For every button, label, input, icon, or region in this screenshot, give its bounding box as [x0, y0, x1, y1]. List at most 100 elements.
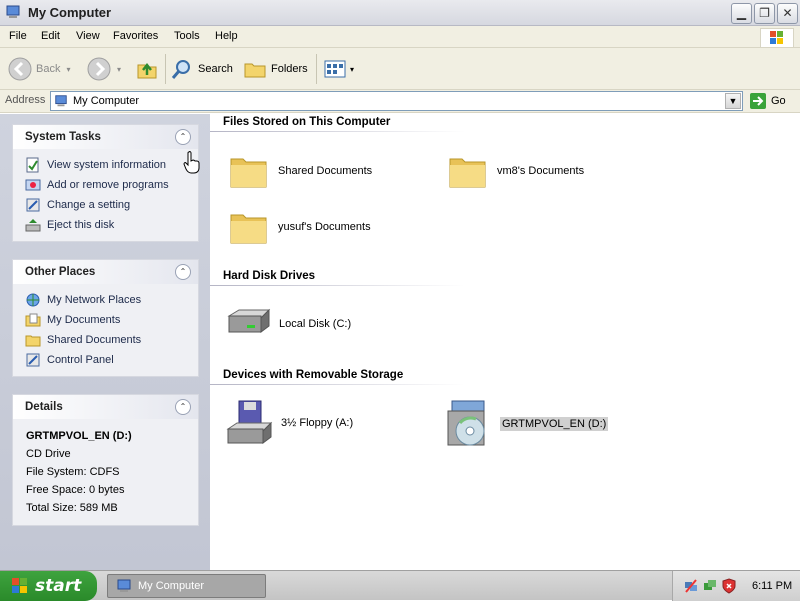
menu-view[interactable]: View	[76, 30, 100, 42]
details-header[interactable]: Details ⌃	[13, 395, 198, 419]
add-remove-programs-icon	[25, 179, 41, 191]
collapse-icon[interactable]: ⌃	[175, 129, 191, 145]
security-shield-icon[interactable]	[721, 578, 737, 594]
menu-help[interactable]: Help	[215, 30, 238, 42]
task-pane: System Tasks ⌃ View system information A…	[0, 114, 210, 570]
search-label: Search	[198, 63, 233, 75]
details-file-system: File System: CDFS	[26, 466, 120, 478]
minimize-button[interactable]: ▁	[731, 3, 752, 24]
menu-favorites[interactable]: Favorites	[113, 30, 158, 42]
close-button[interactable]: ✕	[777, 3, 798, 24]
place-label: Control Panel	[47, 354, 114, 366]
item-label: Shared Documents	[278, 165, 373, 177]
taskbar-item-my-computer[interactable]: My Computer	[107, 574, 266, 598]
search-button[interactable]: Search	[170, 56, 233, 82]
search-icon	[171, 60, 190, 79]
task-change-setting[interactable]: Change a setting	[13, 195, 198, 215]
forward-arrow-icon	[87, 57, 111, 81]
group-hard-disks: Hard Disk Drives	[223, 270, 316, 282]
address-input[interactable]: My Computer ▼	[50, 91, 743, 111]
place-my-network-places[interactable]: My Network Places	[13, 290, 198, 310]
item-label: GRTMPVOL_EN (D:)	[500, 417, 609, 431]
menu-edit[interactable]: Edit	[41, 30, 60, 42]
my-computer-icon	[55, 95, 67, 107]
my-documents-icon	[25, 313, 41, 327]
place-shared-documents[interactable]: Shared Documents	[13, 330, 198, 350]
go-button[interactable]: Go	[749, 92, 786, 110]
folder-icon	[230, 214, 267, 244]
my-computer-icon	[6, 5, 20, 18]
details-free-space: Free Space: 0 bytes	[26, 484, 125, 496]
views-button[interactable]: ▾	[323, 56, 354, 82]
start-label: start	[35, 576, 82, 596]
folder-yusuf-documents[interactable]: yusuf's Documents	[228, 207, 371, 247]
group-divider	[210, 384, 465, 385]
item-label: yusuf's Documents	[278, 221, 371, 233]
go-label: Go	[771, 95, 786, 107]
place-label: My Network Places	[47, 294, 142, 306]
up-folder-button[interactable]	[135, 56, 159, 82]
group-divider	[210, 285, 465, 286]
task-eject-disk[interactable]: Eject this disk	[13, 215, 198, 235]
address-value: My Computer	[73, 95, 140, 107]
taskbar: start My Computer 6:11 PM	[0, 570, 800, 601]
folder-icon	[449, 158, 486, 188]
windows-logo-icon	[760, 28, 794, 48]
system-info-icon	[26, 157, 39, 173]
system-tasks-header[interactable]: System Tasks ⌃	[13, 125, 198, 149]
collapse-icon[interactable]: ⌃	[175, 399, 191, 415]
place-control-panel[interactable]: Control Panel	[13, 350, 198, 370]
control-panel-icon	[26, 198, 40, 212]
restore-button[interactable]: ❐	[754, 3, 775, 24]
task-add-remove-programs[interactable]: Add or remove programs	[13, 175, 198, 195]
menu-file[interactable]: File	[9, 30, 27, 42]
address-label: Address	[5, 94, 46, 106]
network-places-icon	[26, 293, 40, 307]
views-dropdown-icon[interactable]: ▾	[350, 65, 354, 74]
address-bar: Address My Computer ▼ Go	[0, 90, 800, 113]
taskbar-item-label: My Computer	[138, 580, 205, 592]
drive-local-disk-c[interactable]: Local Disk (C:)	[225, 306, 351, 342]
folder-vm8-documents[interactable]: vm8's Documents	[447, 151, 584, 191]
clock: 6:11 PM	[752, 580, 793, 592]
back-button[interactable]: Back ▾	[8, 56, 70, 82]
shared-folder-icon	[25, 335, 41, 347]
floppy-drive-icon	[226, 400, 273, 444]
hand-cursor-icon	[183, 151, 200, 174]
folder-shared-documents[interactable]: Shared Documents	[228, 151, 372, 191]
other-places-panel: Other Places ⌃ My Network Places My Docu…	[12, 259, 199, 377]
system-tray: 6:11 PM	[672, 571, 800, 601]
system-tasks-panel: System Tasks ⌃ View system information A…	[12, 124, 199, 242]
folders-button[interactable]: Folders	[243, 56, 308, 82]
place-label: My Documents	[47, 314, 121, 326]
back-dropdown-icon[interactable]: ▾	[66, 65, 70, 74]
content-pane: Files Stored on This Computer Shared Doc…	[210, 114, 800, 570]
details-item-type: CD Drive	[26, 448, 71, 460]
toolbar: Back ▾ ▾ Search Folders ▾	[0, 48, 800, 90]
address-dropdown-icon[interactable]: ▼	[725, 93, 741, 109]
windows-logo-icon	[12, 578, 27, 593]
drive-cd-d[interactable]: GRTMPVOL_EN (D:)	[444, 399, 609, 449]
drive-floppy-a[interactable]: 3½ Floppy (A:)	[225, 399, 353, 447]
my-computer-icon	[117, 579, 131, 592]
item-label: Local Disk (C:)	[279, 318, 352, 330]
menu-tools[interactable]: Tools	[174, 30, 200, 42]
forward-dropdown-icon[interactable]: ▾	[117, 65, 121, 74]
task-label: Add or remove programs	[47, 179, 169, 191]
window-title: My Computer	[28, 5, 112, 20]
folders-label: Folders	[271, 63, 308, 75]
other-places-header[interactable]: Other Places ⌃	[13, 260, 198, 284]
collapse-icon[interactable]: ⌃	[175, 264, 191, 280]
details-title: Details	[25, 401, 63, 413]
place-my-documents[interactable]: My Documents	[13, 310, 198, 330]
group-files-stored: Files Stored on This Computer	[223, 116, 391, 128]
network-connection-icon[interactable]	[702, 578, 718, 594]
up-folder-icon	[137, 62, 157, 79]
task-view-system-information[interactable]: View system information	[13, 155, 198, 175]
hard-disk-icon	[227, 308, 271, 333]
folder-icon	[230, 158, 267, 188]
forward-button[interactable]: ▾	[87, 56, 121, 82]
network-icon[interactable]	[683, 578, 699, 594]
start-button[interactable]: start	[0, 571, 97, 601]
back-arrow-icon	[8, 57, 32, 81]
